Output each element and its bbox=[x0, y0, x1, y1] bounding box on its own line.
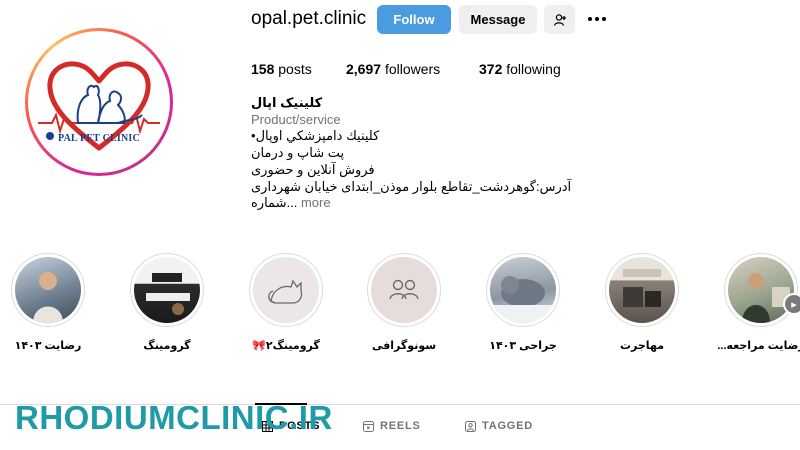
tab-reels[interactable]: REELS bbox=[363, 420, 421, 432]
following-link[interactable]: 372 following bbox=[479, 61, 561, 77]
bio-line: فروش آنلاین و حضوری bbox=[251, 162, 375, 177]
more-options-icon[interactable] bbox=[584, 8, 610, 30]
highlight-ring bbox=[724, 253, 798, 327]
highlight-ring bbox=[249, 253, 323, 327]
highlight-photo bbox=[609, 257, 675, 323]
bio-more-link[interactable]: more bbox=[301, 195, 331, 210]
bio-line: آدرس:گوهردشت_تقاطع بلوار موذن_ابتدای خیا… bbox=[251, 179, 572, 194]
highlight-label: جراحی ۱۴۰۳ bbox=[489, 340, 557, 352]
highlight-satisfaction-1403[interactable]: رضایت ۱۴۰۳ bbox=[11, 253, 85, 352]
add-person-icon bbox=[553, 13, 566, 26]
person-photo-icon bbox=[33, 272, 63, 323]
profile-avatar[interactable]: PAL PET CLINIC bbox=[25, 28, 173, 176]
highlight-ring bbox=[486, 253, 560, 327]
bio-category: Product/service bbox=[251, 112, 341, 127]
posts-count: 158 posts bbox=[251, 61, 312, 77]
pet-carrier-photo-icon bbox=[623, 269, 661, 307]
highlight-sonography[interactable]: سونوگرافی bbox=[367, 253, 441, 352]
cat-photo-icon bbox=[490, 276, 556, 323]
bio-truncated-text: شماره... bbox=[251, 195, 298, 210]
heart-pets-logo-icon bbox=[38, 61, 160, 151]
following-label: following bbox=[506, 61, 561, 77]
person-photo-icon bbox=[742, 273, 790, 323]
posts-label: posts bbox=[278, 61, 312, 77]
bio-line: پت شاپ و درمان bbox=[251, 145, 345, 160]
watermark-text: RHODIUMCLINIC.IR bbox=[15, 399, 333, 436]
posts-number: 158 bbox=[251, 61, 275, 77]
bio-line: •کلینیك دامپزشکي اوپال bbox=[251, 128, 380, 143]
highlight-label: سونوگرافی bbox=[371, 340, 437, 352]
people-icon bbox=[389, 279, 419, 300]
reels-icon bbox=[363, 420, 374, 432]
tagged-person-icon bbox=[465, 420, 476, 432]
highlight-label: گرومینگ۲🎀 bbox=[252, 340, 320, 352]
profile-username: opal.pet.clinic bbox=[251, 8, 367, 29]
highlight-label: مهاجرت bbox=[619, 340, 665, 352]
highlight-label: رضایت مراجعه... bbox=[717, 340, 800, 352]
highlight-photo bbox=[371, 257, 437, 323]
highlight-photo bbox=[490, 257, 556, 323]
cat-sketch-icon bbox=[268, 279, 303, 304]
highlight-photo bbox=[253, 257, 319, 323]
highlight-ring bbox=[130, 253, 204, 327]
message-button[interactable]: Message bbox=[459, 5, 537, 34]
highlight-photo bbox=[728, 257, 794, 323]
highlight-ring bbox=[605, 253, 679, 327]
followers-label: followers bbox=[384, 61, 441, 77]
clinic-logo: PAL PET CLINIC bbox=[32, 35, 166, 169]
logo-text: PAL PET CLINIC bbox=[58, 133, 140, 144]
followers-number: 2,697 bbox=[346, 61, 382, 77]
follow-button[interactable]: Follow bbox=[377, 5, 451, 34]
bio-name: کلینیک اپال bbox=[251, 95, 323, 110]
followers-link[interactable]: 2,697 followers bbox=[346, 61, 440, 77]
tab-tagged-label: TAGGED bbox=[482, 420, 534, 432]
highlight-grooming[interactable]: گرومینگ bbox=[130, 253, 204, 352]
highlight-ring bbox=[11, 253, 85, 327]
highlight-photo bbox=[15, 257, 81, 323]
highlight-label: رضایت ۱۴۰۳ bbox=[14, 340, 82, 352]
highlight-surgery-1403[interactable]: جراحی ۱۴۰۳ bbox=[486, 253, 560, 352]
following-number: 372 bbox=[479, 61, 503, 77]
highlight-grooming-2[interactable]: گرومینگ۲🎀 bbox=[249, 253, 323, 352]
grooming-photo-icon bbox=[146, 273, 190, 315]
highlight-photo bbox=[134, 257, 200, 323]
tab-tagged[interactable]: TAGGED bbox=[465, 420, 533, 432]
bio-last-line: شماره... more bbox=[251, 195, 331, 211]
highlight-ring bbox=[367, 253, 441, 327]
highlight-label: گرومینگ bbox=[143, 340, 191, 352]
next-highlights-chevron-icon[interactable]: ▸ bbox=[783, 293, 800, 315]
tab-reels-label: REELS bbox=[380, 420, 421, 432]
avatar-inner: PAL PET CLINIC bbox=[28, 31, 170, 173]
highlight-client-satisfaction[interactable]: رضایت مراجعه... bbox=[717, 253, 800, 352]
highlight-immigration[interactable]: مهاجرت bbox=[605, 253, 679, 352]
suggested-accounts-button[interactable] bbox=[544, 5, 575, 34]
